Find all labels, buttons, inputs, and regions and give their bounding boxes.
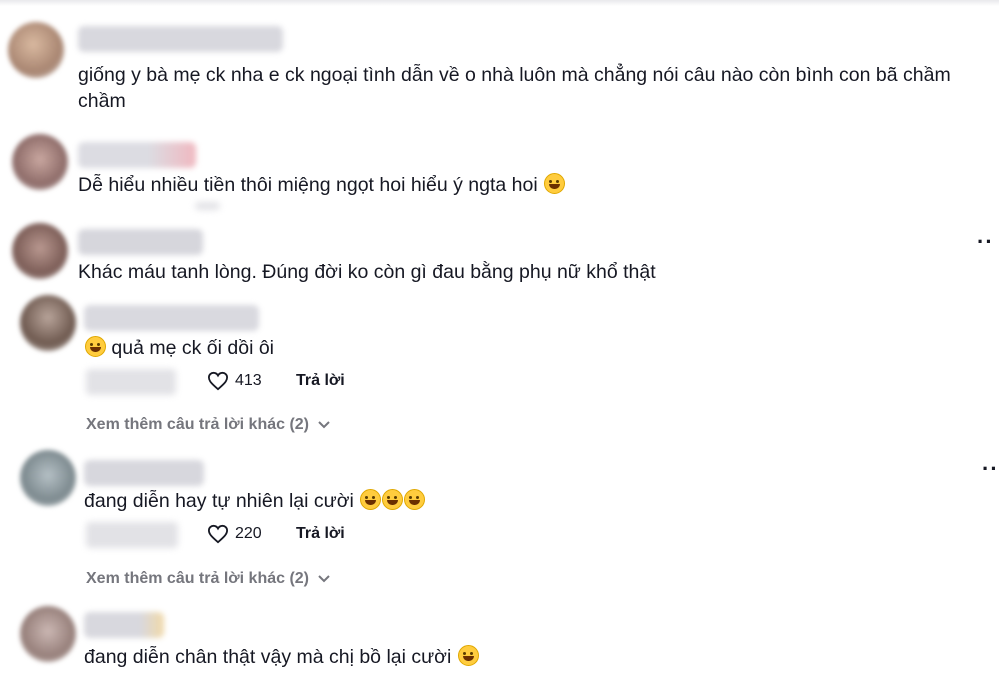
chevron-down-icon xyxy=(318,575,330,583)
laughing-tears-emoji-icon xyxy=(85,336,106,357)
laughing-tears-emoji-icon xyxy=(404,489,426,510)
view-more-replies-button[interactable]: Xem thêm câu trả lời khác (2) xyxy=(86,416,331,434)
laughing-tears-emoji-icon xyxy=(382,489,404,510)
comment-item: ·· đang diễn hay tự nhiên lại cười 220 T… xyxy=(0,450,999,600)
username-blurred[interactable] xyxy=(84,612,164,638)
more-options-icon[interactable]: ·· xyxy=(977,229,994,255)
username-blurred[interactable] xyxy=(78,229,203,255)
avatar[interactable] xyxy=(20,450,76,506)
like-count: 413 xyxy=(235,372,262,389)
timestamp-blurred xyxy=(86,369,176,395)
heart-outline-icon xyxy=(207,371,229,391)
avatar[interactable] xyxy=(12,223,68,279)
comment-item: Dễ hiểu nhiều tiền thôi miệng ngọt hoi h… xyxy=(0,130,999,215)
timestamp-blurred xyxy=(195,202,220,210)
like-count: 220 xyxy=(235,525,262,542)
avatar[interactable] xyxy=(12,134,68,190)
comment-text: đang diễn hay tự nhiên lại cười xyxy=(84,488,426,514)
comment-text: giống y bà mẹ ck nha e ck ngoại tình dẫn… xyxy=(78,64,951,86)
like-button[interactable]: 413 xyxy=(207,371,262,391)
avatar[interactable] xyxy=(8,22,64,78)
username-blurred[interactable] xyxy=(78,26,283,52)
comment-item: quả mẹ ck ối dồi ôi 413 Trả lời Xem thêm… xyxy=(0,295,999,445)
username-blurred[interactable] xyxy=(78,142,196,168)
comment-text-content: quả mẹ ck ối dồi ôi xyxy=(111,337,275,359)
comment-text-continued: chầm xyxy=(78,90,126,112)
like-button[interactable]: 220 xyxy=(207,524,262,544)
comment-text-content: đang diễn chân thật vậy mà chị bồ lại cư… xyxy=(84,646,452,668)
view-more-replies-label: Xem thêm câu trả lời khác (2) xyxy=(86,416,310,433)
username-blurred[interactable] xyxy=(84,460,204,486)
view-more-replies-label: Xem thêm câu trả lời khác (2) xyxy=(86,570,310,587)
comment-text: Khác máu tanh lòng. Đúng đời ko còn gì đ… xyxy=(78,261,656,283)
reply-button[interactable]: Trả lời xyxy=(296,372,345,390)
comment-item: đang diễn chân thật vậy mà chị bồ lại cư… xyxy=(0,600,999,676)
heart-outline-icon xyxy=(207,524,229,544)
comment-text: quả mẹ ck ối dồi ôi xyxy=(84,335,274,361)
avatar[interactable] xyxy=(20,606,76,662)
comment-item: giống y bà mẹ ck nha e ck ngoại tình dẫn… xyxy=(0,0,999,130)
grinning-emoji-icon xyxy=(544,173,566,194)
chevron-down-icon xyxy=(318,421,330,429)
comment-text: Dễ hiểu nhiều tiền thôi miệng ngọt hoi h… xyxy=(78,172,566,198)
laughing-tears-emoji-icon xyxy=(360,489,382,510)
timestamp-blurred xyxy=(86,522,178,548)
avatar[interactable] xyxy=(20,295,76,351)
username-blurred[interactable] xyxy=(84,305,259,331)
comment-item: ·· Khác máu tanh lòng. Đúng đời ko còn g… xyxy=(0,215,999,295)
comment-text: đang diễn chân thật vậy mà chị bồ lại cư… xyxy=(84,644,479,670)
comment-text-content: đang diễn hay tự nhiên lại cười xyxy=(84,490,354,512)
reply-button[interactable]: Trả lời xyxy=(296,525,345,543)
sweat-smile-emoji-icon xyxy=(457,645,479,666)
view-more-replies-button[interactable]: Xem thêm câu trả lời khác (2) xyxy=(86,570,331,588)
comment-text-content: Dễ hiểu nhiều tiền thôi miệng ngọt hoi h… xyxy=(78,174,538,196)
more-options-icon[interactable]: ·· xyxy=(982,456,999,482)
